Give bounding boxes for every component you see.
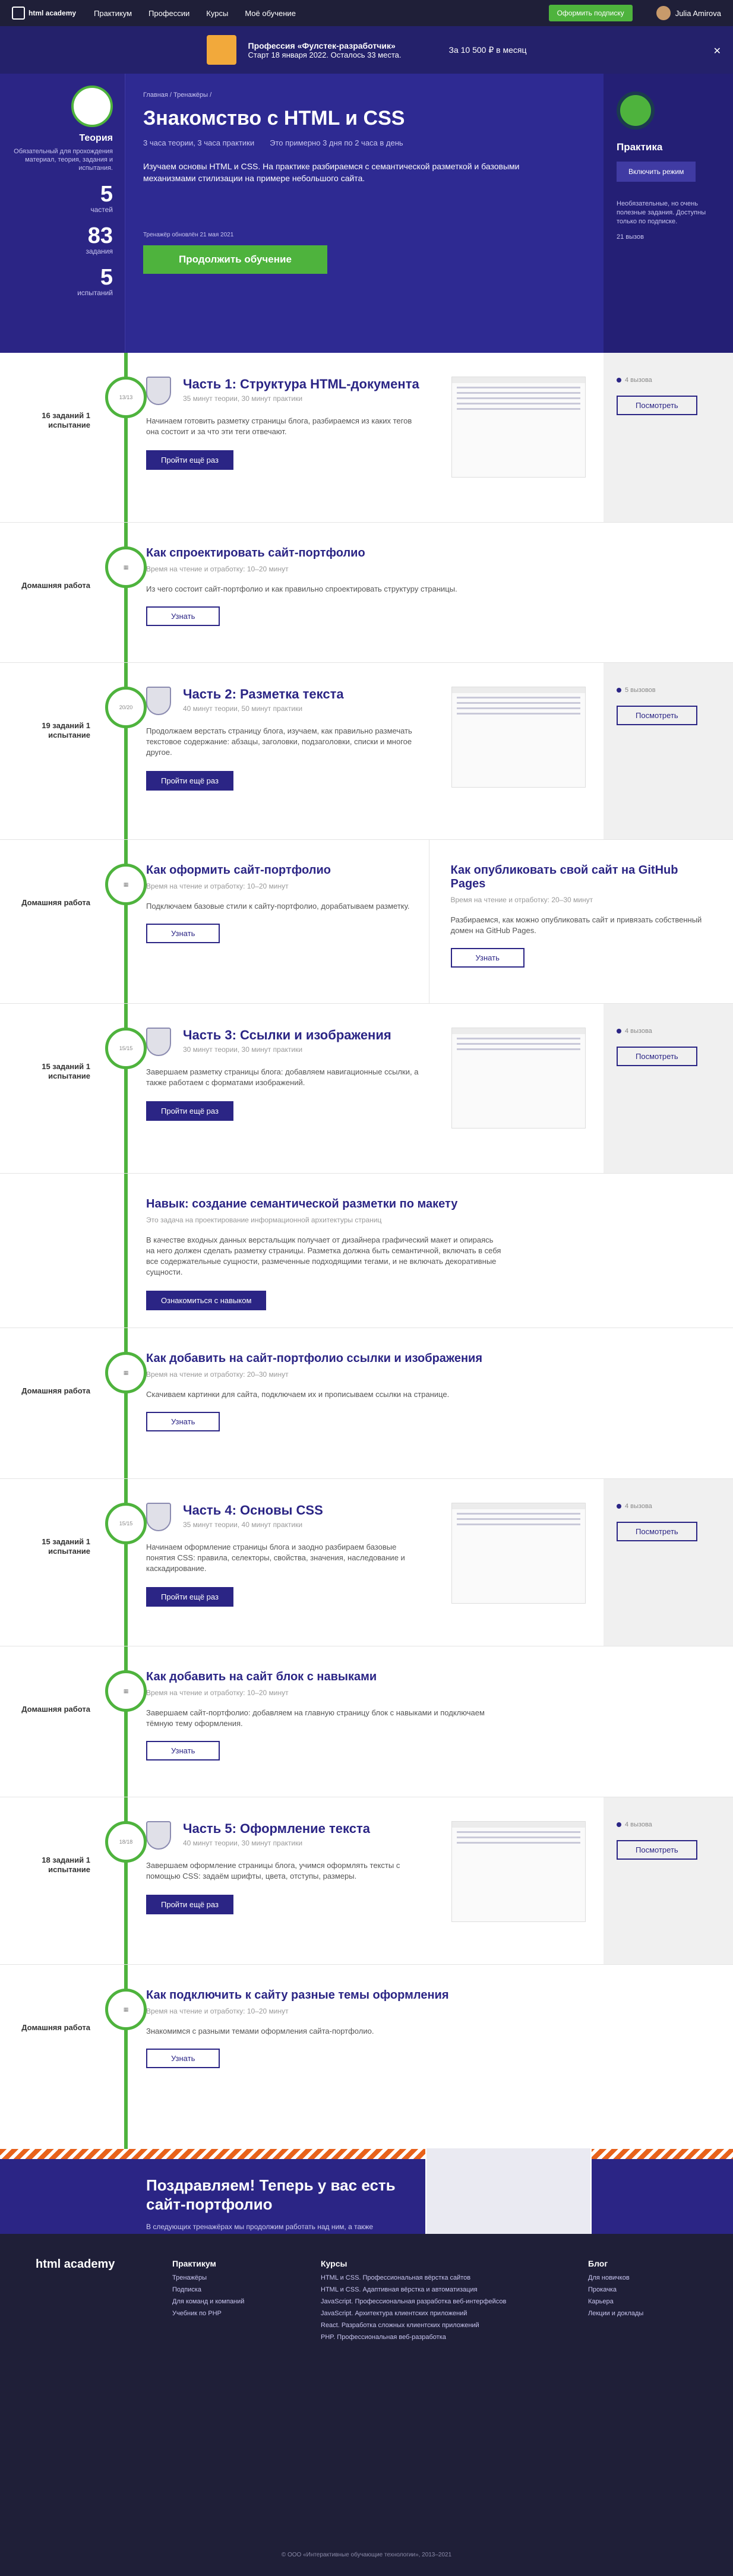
hand-icon (71, 86, 113, 127)
part-4: 15/15 15 заданий 1 испытание Часть 4: Осн… (0, 1479, 733, 1646)
logo-icon (12, 7, 25, 20)
page-title: Знакомство с HTML и CSS (143, 107, 405, 129)
progress-node: 20/20 (105, 687, 147, 728)
footer-link[interactable]: Лекции и доклады (588, 2308, 695, 2319)
preview-image (451, 377, 586, 478)
enable-mode-button[interactable]: Включить режим (617, 162, 696, 182)
footer-link[interactable]: JavaScript. Архитектура клиентских прило… (321, 2308, 558, 2319)
view-button[interactable]: Посмотреть (617, 706, 697, 725)
footer-link[interactable]: Подписка (172, 2284, 291, 2296)
learn-button[interactable]: Узнать (146, 606, 220, 626)
site-logo[interactable]: html academy (12, 7, 76, 20)
footer-link[interactable]: Карьера (588, 2296, 695, 2308)
view-button[interactable]: Посмотреть (617, 1522, 697, 1541)
skill-button[interactable]: Ознакомиться с навыком (146, 1291, 267, 1310)
homework-1: ▦ Домашняя работа Как спроектировать сайт… (0, 523, 733, 663)
view-button[interactable]: Посмотреть (617, 396, 697, 415)
preview-image (451, 1503, 586, 1604)
part-1: 13/13 16 заданий 1 испытание Часть 1: Стр… (0, 353, 733, 523)
view-button[interactable]: Посмотреть (617, 1840, 697, 1860)
footer-link[interactable]: JavaScript. Профессиональная разработка … (321, 2296, 558, 2308)
nav-courses[interactable]: Курсы (206, 9, 228, 18)
retry-button[interactable]: Пройти ещё раз (146, 1101, 233, 1121)
promo-banner[interactable]: Профессия «Фулстек-разработчик» Старт 18 … (0, 26, 733, 74)
retry-button[interactable]: Пройти ещё раз (146, 450, 233, 470)
top-nav: html academy Практикум Профессии Курсы М… (0, 0, 733, 26)
subscribe-button[interactable]: Оформить подписку (548, 5, 633, 21)
decorative-stripe (0, 2149, 733, 2159)
nav-practicum[interactable]: Практикум (94, 9, 132, 18)
gift-icon (206, 35, 236, 65)
part-2: 20/20 19 заданий 1 испытание Часть 2: Раз… (0, 663, 733, 840)
portfolio-preview-image (425, 2147, 592, 2236)
practice-icon (617, 91, 655, 129)
learn-button[interactable]: Узнать (146, 924, 220, 943)
progress-node: 15/15 (105, 1503, 147, 1544)
learn-button[interactable]: Узнать (146, 2049, 220, 2068)
footer-link[interactable]: PHP. Профессиональная веб-разработка (321, 2331, 558, 2343)
preview-image (451, 1821, 586, 1922)
continue-button[interactable]: Продолжить обучение (143, 245, 327, 274)
user-menu[interactable]: Julia Amirova (656, 6, 721, 20)
footer-link[interactable]: Для команд и компаний (172, 2296, 291, 2308)
progress-node: 15/15 (105, 1028, 147, 1069)
part-icon (146, 1821, 171, 1850)
footer-link[interactable]: Прокачка (588, 2284, 695, 2296)
part-icon (146, 687, 171, 715)
progress-node: 13/13 (105, 377, 147, 418)
skill-block: Навык: создание семантической разметки п… (0, 1174, 733, 1328)
footer-link[interactable]: HTML и CSS. Профессиональная вёрстка сай… (321, 2272, 558, 2284)
nav-professions[interactable]: Профессии (149, 9, 189, 18)
footer-logo[interactable]: html academy (36, 2258, 143, 2343)
learn-button-2[interactable]: Узнать (450, 948, 525, 968)
part-icon (146, 1503, 171, 1531)
part-icon (146, 1028, 171, 1056)
learn-button[interactable]: Узнать (146, 1741, 220, 1760)
footer-link[interactable]: Для новичков (588, 2272, 695, 2284)
retry-button[interactable]: Пройти ещё раз (146, 771, 233, 791)
part-3: 15/15 15 заданий 1 испытание Часть 3: Ссы… (0, 1004, 733, 1174)
homework-3: ▦ Домашняя работа Как добавить на сайт-по… (0, 1328, 733, 1479)
congrats-block: Поздравляем! Теперь у вас есть сайт-порт… (0, 2147, 733, 2241)
homework-5: ▦ Домашняя работа Как подключить к сайту … (0, 1965, 733, 2104)
view-button[interactable]: Посмотреть (617, 1047, 697, 1066)
hero: Теория Обязательный для прохождения мате… (0, 74, 733, 353)
learn-button[interactable]: Узнать (146, 1412, 220, 1431)
preview-image (451, 1028, 586, 1129)
nav-my-learning[interactable]: Моё обучение (245, 9, 296, 18)
part-icon (146, 377, 171, 405)
homework-icon: ▦ (105, 1352, 147, 1393)
part-5: 18/18 18 заданий 1 испытание Часть 5: Офо… (0, 1797, 733, 1965)
footer: html academy Практикум Тренажёры Подписка… (0, 2234, 733, 2576)
homework-4: ▦ Домашняя работа Как добавить на сайт бл… (0, 1646, 733, 1797)
breadcrumb[interactable]: Главная / Тренажёры / (143, 91, 586, 99)
footer-link[interactable]: HTML и CSS. Адаптивная вёрстка и автомат… (321, 2284, 558, 2296)
calendar-icon: Это примерно 3 дня по 2 часа в день (270, 138, 403, 147)
homework-icon: ▦ (105, 546, 147, 588)
clock-icon: 3 часа теории, 3 часа практики (143, 138, 255, 147)
homework-icon: ▦ (105, 864, 147, 905)
preview-image (451, 687, 586, 788)
homework-icon: ▦ (105, 1670, 147, 1712)
homework-icon: ▦ (105, 1989, 147, 2030)
footer-link[interactable]: Учебник по PHP (172, 2308, 291, 2319)
homework-2: ▦ Домашняя работа Как оформить сайт-портф… (0, 840, 733, 1004)
retry-button[interactable]: Пройти ещё раз (146, 1587, 233, 1607)
retry-button[interactable]: Пройти ещё раз (146, 1895, 233, 1914)
progress-node: 18/18 (105, 1821, 147, 1863)
footer-link[interactable]: Тренажёры (172, 2272, 291, 2284)
footer-link[interactable]: React. Разработка сложных клиентских при… (321, 2319, 558, 2331)
avatar (656, 6, 671, 20)
close-icon[interactable]: ✕ (713, 45, 721, 57)
